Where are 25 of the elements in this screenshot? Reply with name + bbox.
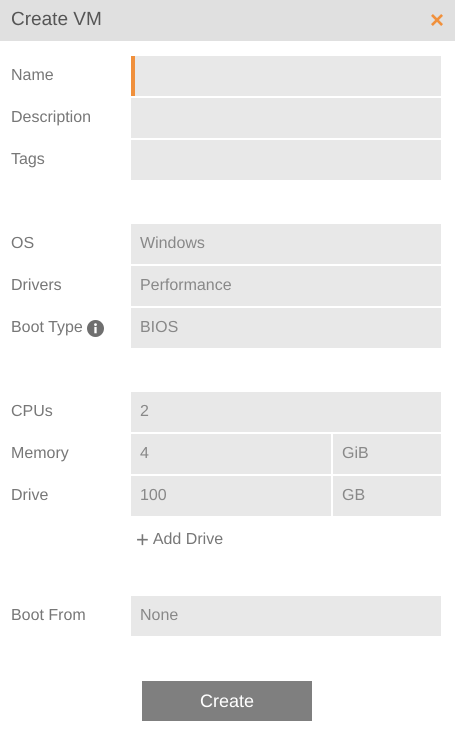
add-drive-link[interactable]: + Add Drive [136,528,224,552]
field-label: Drivers [11,276,62,296]
field-label: Boot Type [11,318,83,338]
field-label: CPUs [11,402,53,422]
field-label: Drive [11,486,48,506]
unit-field[interactable]: GiB [333,434,441,474]
field-label: Description [11,108,92,128]
field-label: Memory [11,444,69,464]
input-field[interactable]: BIOS [131,308,441,348]
unit-field[interactable]: GB [333,476,441,516]
field-label: OS [11,234,34,254]
input-field[interactable]: 100 [131,476,331,516]
input-field[interactable]: 4 [131,434,331,474]
close-button[interactable]: × [430,8,444,32]
field-label: Boot From [11,606,86,626]
create-button[interactable]: Create [142,681,312,721]
input-field[interactable]: None [131,596,441,636]
field-label: Tags [11,150,45,170]
field-label: Name [11,66,54,86]
input-field[interactable]: Performance [131,266,441,306]
info-icon[interactable] [86,320,104,336]
input-field[interactable] [131,56,441,96]
dialog-title: Create VM [11,8,102,32]
input-field[interactable]: 2 [131,392,441,432]
input-field[interactable]: Windows [131,224,441,264]
